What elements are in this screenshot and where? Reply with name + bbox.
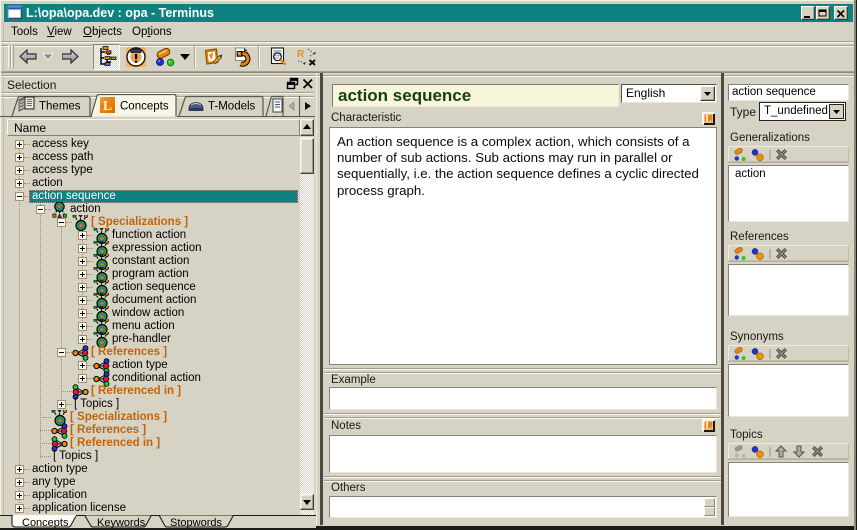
svg-text:T-Models: T-Models — [208, 101, 256, 113]
svg-text:L: L — [705, 115, 711, 125]
svg-text:Keywords: Keywords — [97, 517, 146, 528]
svg-text:L: L — [705, 422, 711, 432]
svg-text:Stopwords: Stopwords — [170, 517, 222, 528]
svg-text:Concepts: Concepts — [22, 517, 69, 528]
svg-text:R: R — [297, 49, 305, 60]
svg-text:L: L — [103, 99, 112, 114]
svg-text:Concepts: Concepts — [120, 101, 169, 113]
svg-text:Themes: Themes — [39, 101, 81, 113]
